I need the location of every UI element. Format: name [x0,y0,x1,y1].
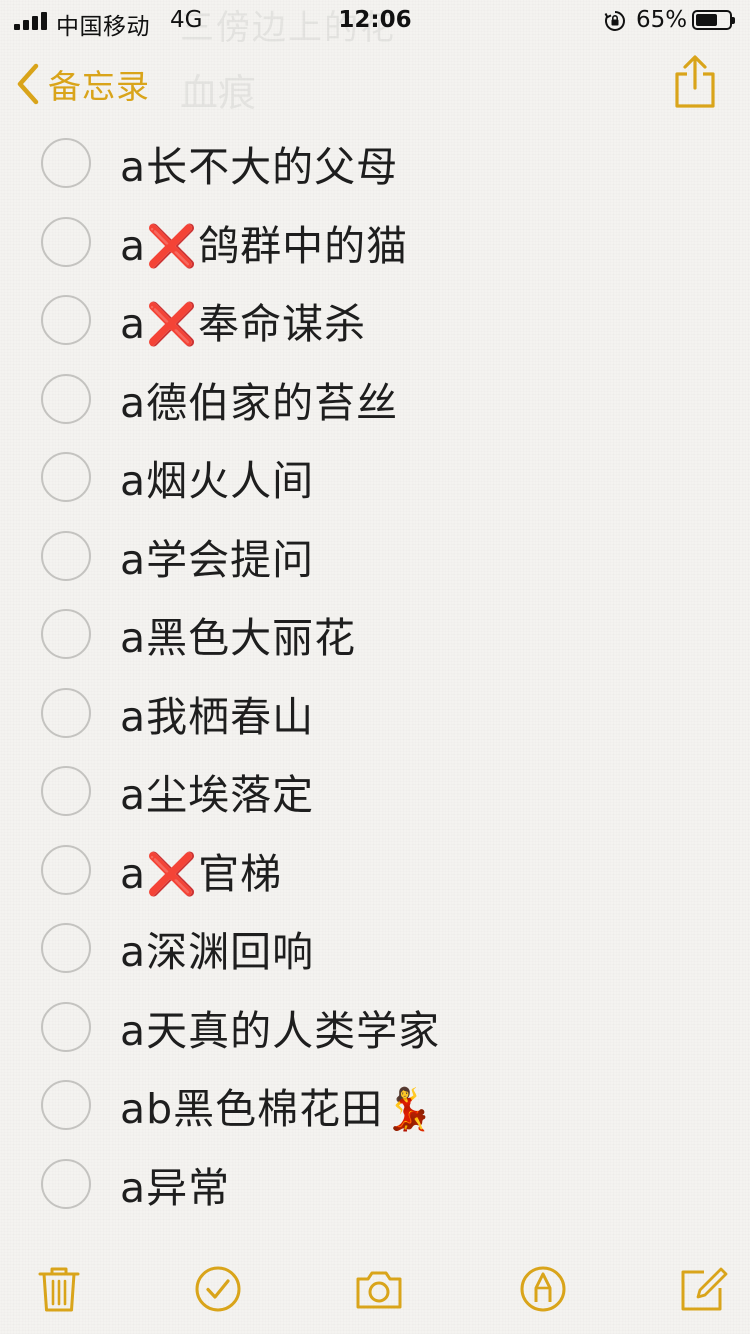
checkbox-circle[interactable] [41,530,91,581]
battery-fill [696,14,717,26]
checklist-item-text[interactable]: ab黑色棉花田💃 [120,1075,435,1135]
battery-percentage: 65% [636,7,688,33]
delete-button[interactable] [34,1264,84,1314]
checklist-item[interactable]: a深渊回响 [0,909,750,988]
checkbox-circle[interactable] [41,1158,91,1209]
checklist-item[interactable]: a烟火人间 [0,438,750,517]
camera-button[interactable] [354,1264,404,1314]
checkbox-circle[interactable] [41,138,91,189]
chevron-left-icon [17,63,39,105]
checkbox-circle[interactable] [41,609,91,660]
checklist: a长不大的父母 a❌鸽群中的猫 a❌奉命谋杀 a德伯家的苔丝 a烟火人间 a学会提问 a黑色… [0,124,750,1223]
back-label: 备忘录 [48,67,150,106]
checklist-item[interactable]: a学会提问 [0,517,750,596]
share-icon [675,55,715,108]
checklist-item-text[interactable]: a深渊回响 [120,918,314,978]
checklist-item[interactable]: ab黑色棉花田💃 [0,1066,750,1145]
checklist-item[interactable]: a长不大的父母 [0,124,750,203]
checkbox-circle[interactable] [41,1080,91,1131]
checklist-item-text[interactable]: a异常 [120,1154,230,1214]
camera-icon [356,1271,402,1309]
back-button[interactable]: 备忘录 [14,58,150,110]
checklist-item-text[interactable]: a❌鸽群中的猫 [120,212,408,272]
compose-button[interactable] [678,1264,728,1314]
checklist-button[interactable] [193,1264,243,1314]
orientation-lock-icon [604,11,625,31]
checklist-item[interactable]: a尘埃落定 [0,752,750,831]
checkbox-circle[interactable] [41,687,91,738]
checklist-item-text[interactable]: a烟火人间 [120,447,314,507]
markup-button[interactable] [518,1264,568,1314]
checklist-item[interactable]: a❌官梯 [0,831,750,910]
bottom-toolbar [0,1256,750,1326]
checkbox-circle[interactable] [41,844,91,895]
checkbox-circle[interactable] [41,373,91,424]
checklist-item-text[interactable]: a天真的人类学家 [120,997,440,1057]
checklist-item-text[interactable]: a学会提问 [120,526,314,586]
note-title-ghost: 三傍边上的花 [180,8,396,48]
checklist-item-text[interactable]: a长不大的父母 [120,133,398,193]
compose-icon [681,1267,728,1311]
checklist-item[interactable]: a德伯家的苔丝 [0,360,750,439]
checklist-item-text[interactable]: a我栖春山 [120,683,314,743]
battery-icon [692,10,735,30]
checklist-item-text[interactable]: a❌官梯 [120,840,282,900]
checklist-item[interactable]: a天真的人类学家 [0,988,750,1067]
checkbox-circle[interactable] [41,452,91,503]
checklist-item-text[interactable]: a尘埃落定 [120,761,314,821]
checkbox-circle[interactable] [41,216,91,267]
trash-icon [38,1267,80,1312]
checkmark-circle-icon [195,1266,241,1312]
checklist-item[interactable]: a黑色大丽花 [0,595,750,674]
checklist-item-text[interactable]: a德伯家的苔丝 [120,369,398,429]
share-button[interactable] [670,54,720,110]
checkbox-circle[interactable] [41,295,91,346]
checklist-item[interactable]: a❌鸽群中的猫 [0,203,750,282]
checklist-item-text[interactable]: a❌奉命谋杀 [120,290,366,350]
checklist-item[interactable]: a我栖春山 [0,674,750,753]
checkbox-circle[interactable] [41,923,91,974]
note-subtitle-ghost: 血痕 [180,71,257,115]
checklist-item[interactable]: a❌奉命谋杀 [0,281,750,360]
checklist-item-text[interactable]: a黑色大丽花 [120,604,356,664]
checkbox-circle[interactable] [41,1001,91,1052]
checklist-item[interactable]: a异常 [0,1145,750,1224]
checkbox-circle[interactable] [41,766,91,817]
markup-pen-icon [520,1266,566,1312]
